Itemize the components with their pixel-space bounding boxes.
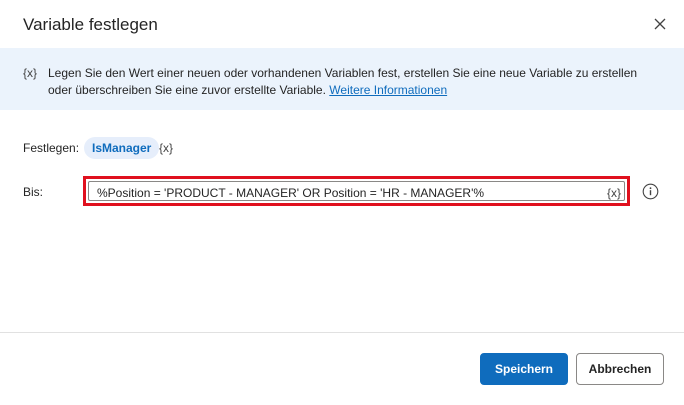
to-label: Bis: xyxy=(23,185,44,199)
info-banner: {x} Legen Sie den Wert einer neuen oder … xyxy=(0,48,684,110)
expression-variable-picker[interactable]: {x} xyxy=(607,185,621,201)
dialog-title: Variable festlegen xyxy=(23,15,158,34)
variable-chip[interactable]: IsManager xyxy=(84,137,160,159)
expression-highlight: %Position = 'PRODUCT - MANAGER' OR Posit… xyxy=(83,176,630,206)
variable-icon: {x} xyxy=(23,66,38,80)
close-icon xyxy=(654,18,666,30)
footer-divider xyxy=(0,332,684,333)
close-button[interactable] xyxy=(649,13,671,35)
save-button[interactable]: Speichern xyxy=(480,353,568,385)
more-info-link[interactable]: Weitere Informationen xyxy=(329,83,447,97)
expression-input[interactable]: %Position = 'PRODUCT - MANAGER' OR Posit… xyxy=(88,181,625,201)
info-icon[interactable] xyxy=(642,183,659,200)
cancel-button[interactable]: Abbrechen xyxy=(576,353,664,385)
set-variable-dialog: Variable festlegen {x} Legen Sie den Wer… xyxy=(0,0,684,405)
expression-value: %Position = 'PRODUCT - MANAGER' OR Posit… xyxy=(97,186,485,200)
set-label: Festlegen: xyxy=(23,141,80,155)
banner-text: Legen Sie den Wert einer neuen oder vorh… xyxy=(48,65,663,99)
variable-picker-button[interactable]: {x} xyxy=(159,140,173,156)
